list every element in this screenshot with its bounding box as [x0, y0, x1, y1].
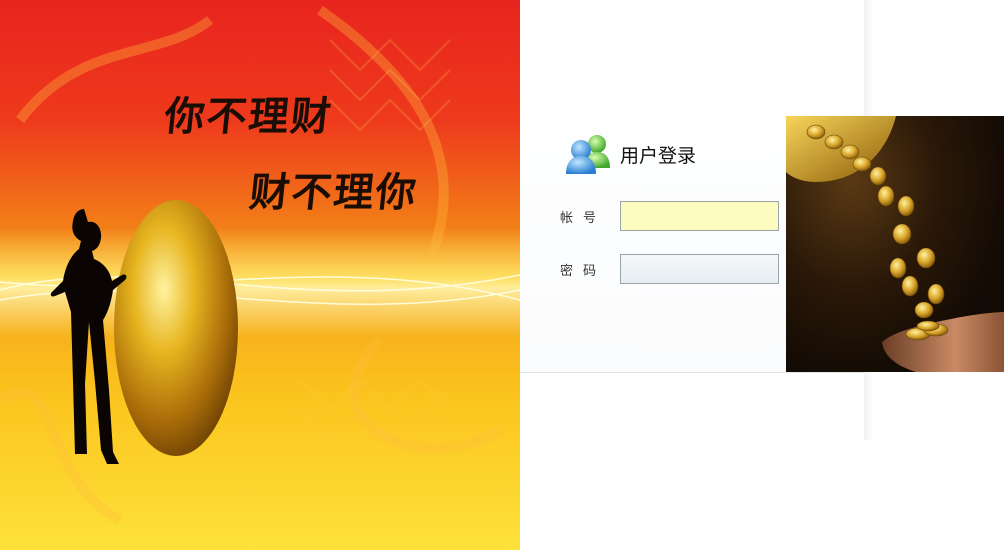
users-icon	[564, 132, 614, 176]
coin-in-hand	[916, 320, 940, 332]
coin	[852, 156, 872, 172]
coin	[897, 195, 915, 217]
scale-pattern	[299, 378, 451, 412]
coin	[914, 301, 934, 319]
coin	[889, 257, 907, 279]
slogan-line-2: 财不理你	[247, 169, 421, 216]
dragon-curve	[348, 336, 503, 454]
login-title: 用户登录	[620, 145, 697, 167]
coin-photo	[786, 116, 1004, 372]
banner-artwork	[0, 5, 520, 525]
open-hand	[882, 312, 1004, 372]
account-input[interactable]	[620, 201, 779, 231]
password-label: 密码	[560, 264, 607, 279]
slogan-line-1: 你不理财	[162, 93, 336, 140]
login-header: 用户登录	[564, 132, 696, 176]
coin	[901, 275, 919, 297]
golden-egg	[114, 200, 238, 456]
coin-artwork	[786, 116, 1004, 372]
coin	[806, 124, 826, 140]
coin	[892, 223, 912, 245]
password-input[interactable]	[620, 254, 779, 284]
coin	[824, 134, 844, 150]
coin	[840, 144, 860, 160]
promo-banner: 你不理财 财不理你	[0, 0, 520, 550]
coin	[877, 185, 895, 207]
coin	[916, 247, 936, 269]
coin	[927, 283, 945, 305]
coin	[869, 166, 887, 186]
account-label: 帐号	[560, 211, 607, 226]
